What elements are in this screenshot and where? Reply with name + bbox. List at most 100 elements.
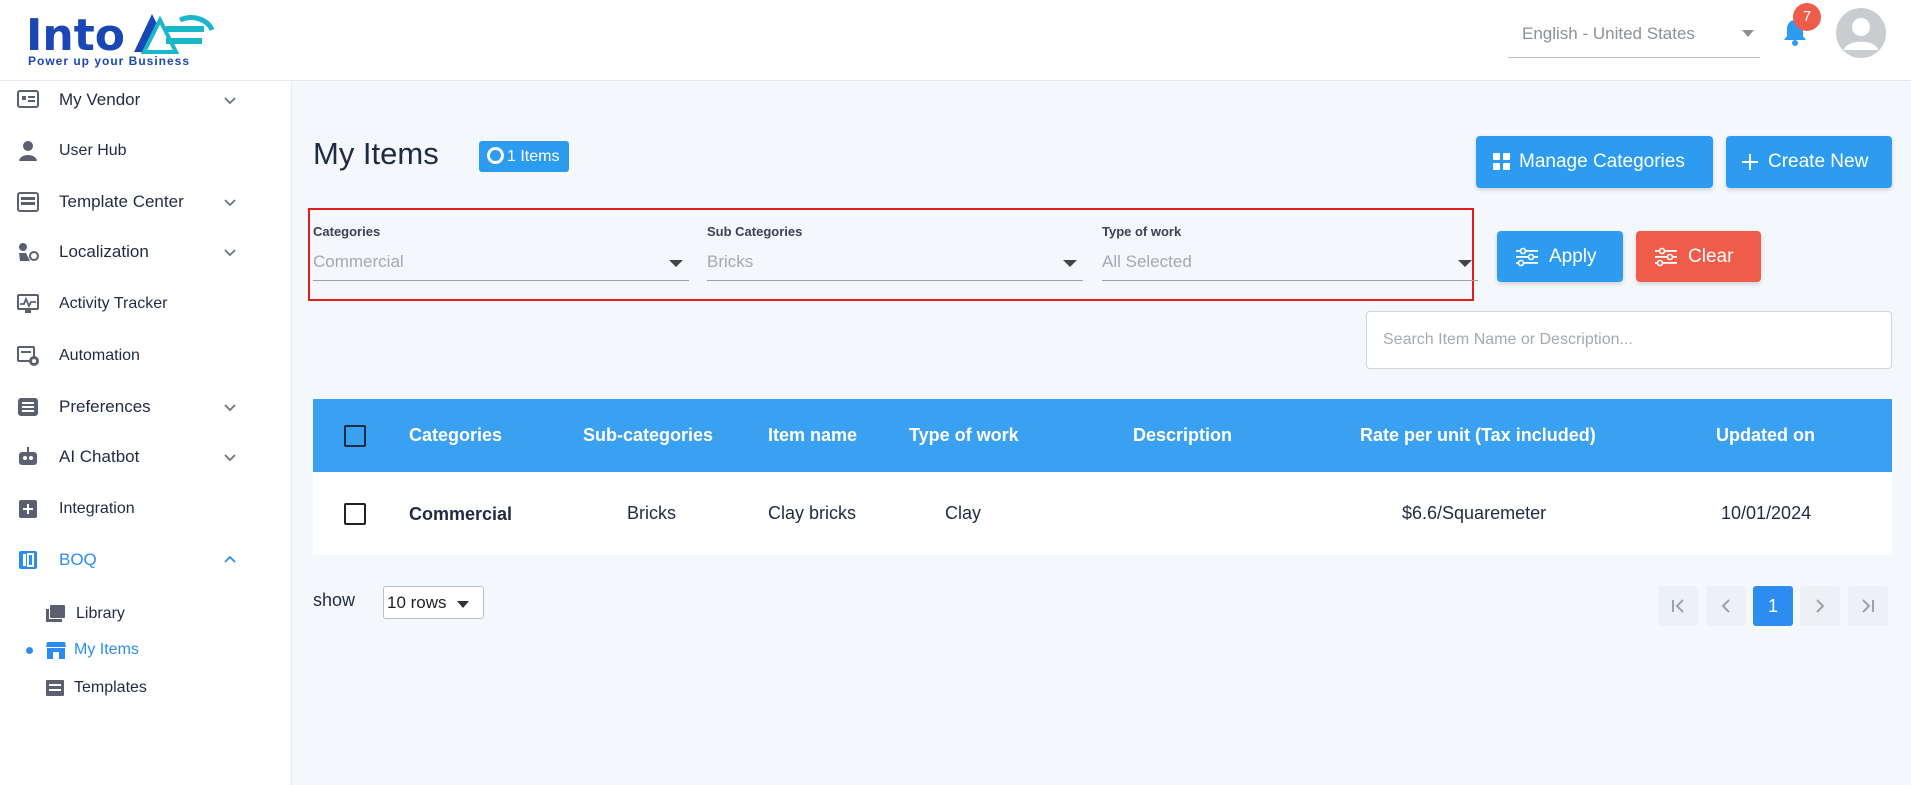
categories-filter-value: Commercial — [313, 252, 404, 271]
sidebar-item-label: AI Chatbot — [59, 447, 140, 466]
rows-per-page-value: 10 rows — [387, 593, 447, 612]
sidebar-item-label: My Vendor — [59, 90, 141, 109]
items-count-badge: 1 Items — [479, 141, 570, 172]
apply-label: Apply — [1549, 246, 1597, 267]
cell-updated-on: 10/01/2024 — [1721, 503, 1812, 523]
user-avatar-icon — [1844, 18, 1878, 50]
column-header-categories[interactable]: Categories — [409, 425, 502, 446]
create-new-label: Create New — [1768, 151, 1869, 172]
sidebar-item-user-hub[interactable]: User Hub — [0, 131, 292, 171]
chevron-down-icon — [224, 249, 236, 257]
column-header-item-name[interactable]: Item name — [768, 425, 857, 446]
manage-categories-label: Manage Categories — [1519, 151, 1685, 172]
column-header-updated-on[interactable]: Updated on — [1716, 425, 1815, 446]
filter-sliders-icon — [1516, 247, 1538, 267]
rows-per-page-select[interactable]: 10 rows — [383, 586, 484, 619]
first-page-icon[interactable] — [1658, 586, 1698, 626]
boq-icon — [19, 551, 37, 569]
sidebar-subitem-library[interactable]: Library — [0, 596, 292, 630]
page-number-button[interactable]: 1 — [1753, 586, 1793, 626]
sidebar-item-activity-tracker[interactable]: Activity Tracker — [0, 284, 292, 324]
select-all-checkbox[interactable] — [344, 425, 366, 447]
chevron-down-icon — [224, 454, 236, 462]
chevron-down-icon — [224, 199, 236, 207]
library-icon — [46, 605, 65, 622]
apply-button[interactable]: Apply — [1497, 231, 1623, 282]
sidebar-item-template-center[interactable]: Template Center — [0, 182, 292, 222]
sidebar-item-localization[interactable]: Localization — [0, 232, 292, 272]
column-header-description[interactable]: Description — [1133, 425, 1232, 446]
sidebar-item-preferences[interactable]: Preferences — [0, 387, 292, 427]
localization-icon — [19, 243, 39, 261]
sidebar-item-label: Integration — [59, 500, 135, 517]
caret-down-icon — [457, 601, 469, 608]
sidebar-item-boq[interactable]: BOQ — [0, 540, 292, 580]
vendor-icon — [17, 90, 39, 108]
sidebar-item-label: Automation — [59, 347, 140, 364]
search-input[interactable]: Search Item Name or Description... — [1366, 311, 1892, 369]
sidebar-subitem-label: Templates — [74, 679, 147, 696]
page-title: My Items — [313, 136, 439, 171]
filter-underline — [1102, 280, 1478, 281]
sidebar-subitem-my-items[interactable]: My Items — [0, 632, 292, 666]
notification-badge: 7 — [1793, 3, 1821, 31]
sidebar-item-label: BOQ — [59, 550, 97, 569]
sidebar-item-ai-chatbot[interactable]: AI Chatbot — [0, 437, 292, 477]
sidebar-item-label: Template Center — [59, 192, 184, 211]
automation-icon — [17, 346, 39, 366]
chevron-down-icon — [1742, 30, 1754, 37]
previous-page-icon[interactable] — [1706, 586, 1746, 626]
clear-button[interactable]: Clear — [1636, 231, 1761, 282]
column-header-rate[interactable]: Rate per unit (Tax included) — [1360, 425, 1596, 446]
create-new-button[interactable]: Create New — [1726, 136, 1892, 188]
column-header-sub-categories[interactable]: Sub-categories — [583, 425, 713, 446]
sidebar-item-label: Activity Tracker — [59, 295, 168, 312]
language-select[interactable]: English - United States — [1508, 16, 1760, 58]
avatar[interactable] — [1836, 8, 1886, 58]
chevron-down-icon — [224, 97, 236, 105]
sidebar-subitem-templates[interactable]: Templates — [0, 670, 292, 704]
caret-down-icon — [1458, 260, 1472, 267]
sub-categories-filter[interactable]: Sub Categories Bricks — [707, 222, 1083, 282]
filter-underline — [707, 280, 1083, 281]
row-checkbox[interactable] — [344, 503, 366, 525]
table-header: Categories Sub-categories Item name Type… — [313, 399, 1892, 472]
sidebar-item-my-vendor[interactable]: My Vendor — [0, 80, 292, 120]
sidebar-item-label: Preferences — [59, 397, 151, 416]
store-icon — [46, 642, 66, 659]
categories-filter[interactable]: Categories Commercial — [313, 222, 689, 282]
template-icon — [17, 192, 39, 212]
column-header-type-of-work[interactable]: Type of work — [909, 425, 1019, 446]
last-page-icon[interactable] — [1848, 586, 1888, 626]
sidebar-item-integration[interactable]: Integration — [0, 489, 292, 529]
activity-icon — [17, 294, 39, 313]
active-indicator-dot — [26, 647, 33, 654]
sidebar: My Vendor User Hub Template Center Local… — [0, 81, 292, 785]
manage-categories-button[interactable]: Manage Categories — [1476, 136, 1713, 188]
cell-type-of-work: Clay — [945, 503, 982, 523]
next-page-icon[interactable] — [1800, 586, 1840, 626]
sidebar-item-automation[interactable]: Automation — [0, 336, 292, 376]
circle-icon — [487, 147, 504, 164]
logo-tagline: Power up your Business — [28, 54, 191, 68]
top-header: Into Power up your Business English - Un… — [0, 0, 1911, 81]
clear-label: Clear — [1688, 246, 1734, 267]
grid-icon — [1493, 153, 1510, 170]
preferences-icon — [18, 398, 38, 416]
user-icon — [19, 141, 37, 161]
plus-icon — [1742, 154, 1758, 170]
sidebar-item-label: User Hub — [59, 142, 127, 159]
filter-sliders-icon — [1655, 247, 1677, 267]
sub-categories-filter-value: Bricks — [707, 252, 754, 271]
intoaec-logo[interactable]: Into Power up your Business — [26, 6, 216, 68]
sub-categories-filter-label: Sub Categories — [707, 224, 803, 239]
integration-icon — [19, 500, 37, 518]
sidebar-subitem-label: My Items — [74, 641, 139, 658]
search-placeholder: Search Item Name or Description... — [1383, 331, 1633, 348]
type-of-work-filter-value: All Selected — [1102, 252, 1192, 271]
cell-category: Commercial — [409, 504, 513, 524]
items-table: Categories Sub-categories Item name Type… — [313, 399, 1892, 555]
type-of-work-filter-label: Type of work — [1102, 224, 1182, 239]
chevron-down-icon — [224, 404, 236, 412]
type-of-work-filter[interactable]: Type of work All Selected — [1102, 222, 1478, 282]
